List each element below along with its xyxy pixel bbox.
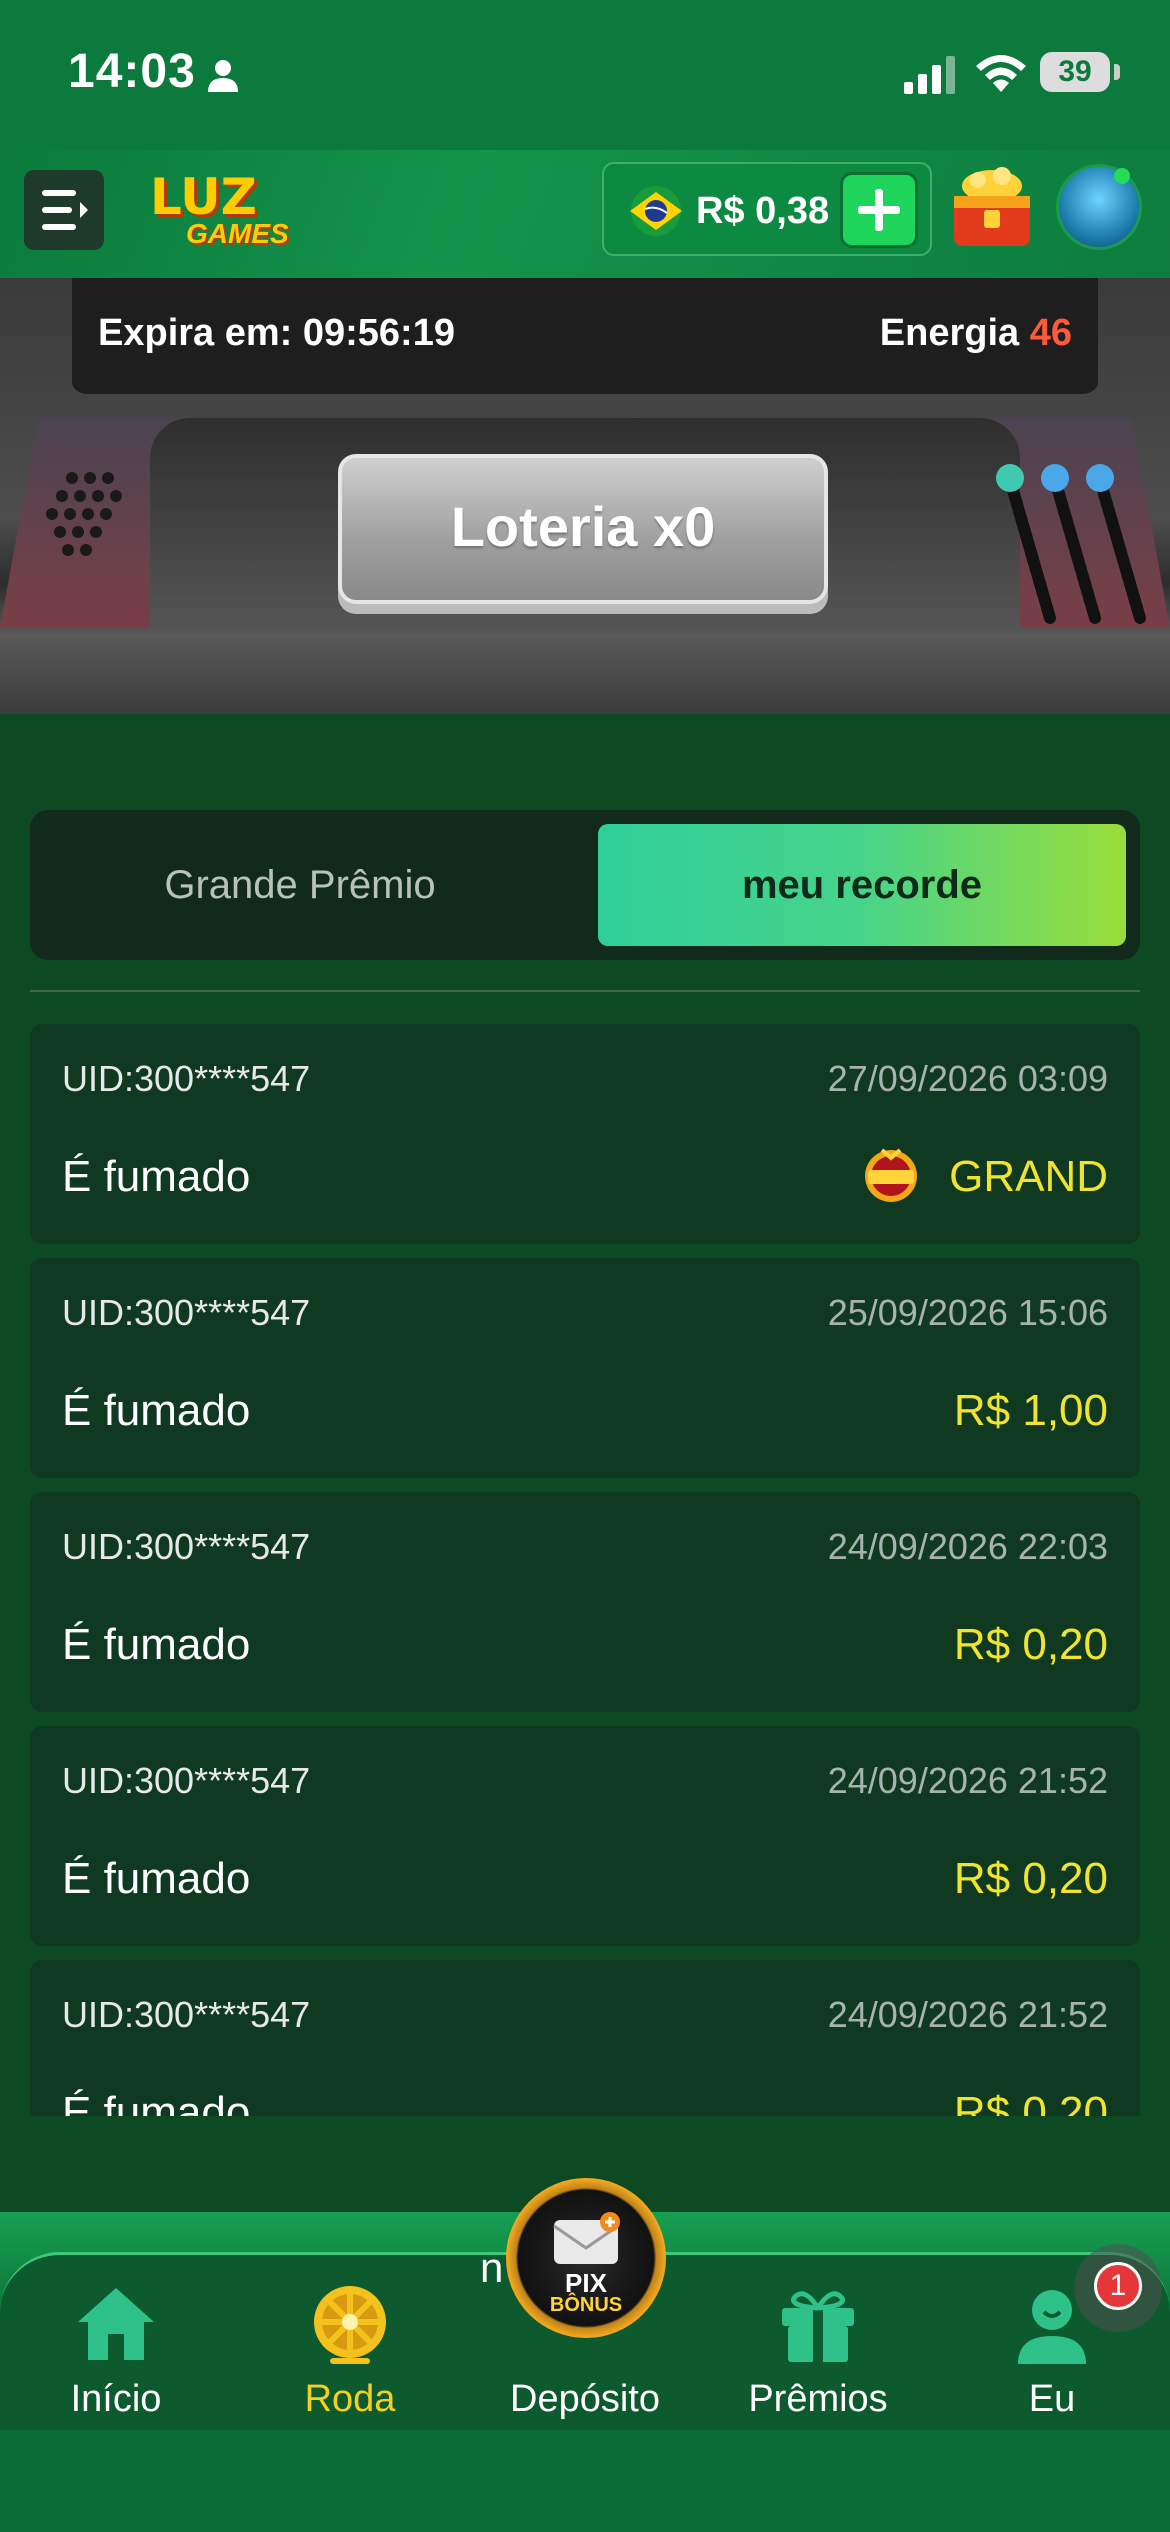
record-date: 24/09/2026 22:03 [827, 1526, 1108, 1567]
pix-bonus-deposit-button[interactable]: PIX BÔNUS [506, 2178, 666, 2338]
record-date: 24/09/2026 21:52 [827, 1994, 1108, 2035]
energy-label: Energia [879, 312, 1020, 354]
record-uid: UID:300****547 [62, 1994, 311, 2035]
lever-controls-icon [996, 464, 1146, 624]
record-uid: UID:300****547 [62, 1292, 311, 1333]
luz-games-logo[interactable]: LUZ GAMES [150, 162, 350, 262]
pix-bonus-icon [553, 2212, 620, 2264]
balance-amount: R$ 0,38 [696, 190, 830, 232]
record-date: 25/09/2026 15:06 [827, 1292, 1108, 1333]
menu-button[interactable] [24, 170, 104, 250]
speaker-grill-icon [46, 472, 122, 556]
home-indicator-area [0, 2430, 1170, 2532]
loteria-button-label: Loteria x0 [450, 495, 716, 558]
battery-tip [1114, 64, 1120, 80]
app-header: LUZ GAMES R$ 0,38 [0, 150, 1170, 278]
divider [30, 990, 1140, 992]
nav-item-inicio[interactable]: Início [16, 2282, 216, 2422]
record-uid: UID:300****547 [62, 1760, 311, 1801]
nav-label-eu: Eu [1028, 2378, 1076, 2420]
nav-label-roda: Roda [304, 2378, 396, 2420]
nav-label-premios: Prêmios [748, 2378, 888, 2420]
record-label: É fumado [62, 1152, 251, 1201]
record-label: É fumado [62, 1854, 251, 1903]
home-icon [78, 2288, 154, 2360]
nav-item-premios[interactable]: Prêmios [718, 2282, 918, 2422]
record-uid: UID:300****547 [62, 1526, 311, 1567]
record-value: R$ 0,20 [953, 2088, 1108, 2116]
grand-win-icon [865, 1148, 917, 1202]
record-uid: UID:300****547 [62, 1058, 311, 1099]
list-item: UID:300****547 24/09/2026 22:03 É fumado… [30, 1492, 1140, 1712]
record-value: GRAND [949, 1152, 1108, 1201]
record-label: É fumado [62, 1386, 251, 1435]
logo-games-text: GAMES [186, 218, 289, 249]
nav-label-deposito: Depósito [510, 2378, 660, 2420]
bonus-label: BÔNUS [549, 2294, 623, 2316]
record-date: 27/09/2026 03:09 [827, 1058, 1108, 1099]
online-status-dot [1114, 168, 1130, 184]
record-value: R$ 0,20 [953, 1854, 1108, 1903]
energy-value: 46 [1029, 312, 1072, 354]
status-time: 14:03 [68, 45, 196, 98]
list-item: UID:300****547 24/09/2026 21:52 É fumado… [30, 1726, 1140, 1946]
treasure-chest-icon[interactable] [944, 160, 1040, 256]
notification-badge[interactable]: 1 [1094, 2262, 1142, 2310]
nav-item-roda[interactable]: Roda [250, 2282, 450, 2422]
wifi-icon [976, 55, 1026, 92]
lottery-machine: Expira em: 09:56:19 Energia 46 Loteria x… [0, 278, 1170, 714]
record-value: R$ 1,00 [953, 1386, 1108, 1435]
record-label: É fumado [62, 1620, 251, 1669]
record-label: É fumado [62, 2088, 251, 2116]
nav-label-inicio: Início [70, 2378, 162, 2420]
record-value: R$ 0,20 [953, 1620, 1108, 1669]
list-item: UID:300****547 24/09/2026 21:52 É fumado… [30, 1960, 1140, 2116]
deposit-add-button[interactable] [840, 172, 918, 248]
records-list[interactable]: UID:300****547 27/09/2026 03:09 É fumado… [30, 1024, 1140, 2116]
tab-meu-recorde[interactable]: meu recorde [598, 824, 1126, 946]
tab-grande-premio[interactable]: Grande Prêmio [30, 810, 570, 960]
record-date: 24/09/2026 21:52 [827, 1760, 1108, 1801]
list-item: UID:300****547 25/09/2026 15:06 É fumado… [30, 1258, 1140, 1478]
list-item: UID:300****547 27/09/2026 03:09 É fumado… [30, 1024, 1140, 1244]
battery-indicator: 39 [1040, 52, 1110, 92]
gift-icon [782, 2291, 854, 2362]
person-icon [208, 60, 238, 92]
expiry-timer: Expira em: 09:56:19 [98, 312, 455, 354]
status-bar: 14:03 39 [0, 0, 1170, 150]
wheel-icon [314, 2286, 386, 2364]
brazil-flag-icon [630, 186, 682, 236]
pix-label: PIX [565, 2268, 607, 2298]
cellular-signal-icon [904, 56, 955, 94]
menu-icon [42, 190, 88, 230]
timer-energy-bar: Expira em: 09:56:19 Energia 46 [72, 278, 1098, 398]
plus-icon [858, 189, 900, 231]
balance-box: R$ 0,38 [602, 162, 932, 256]
tab-switcher: Grande Prêmio meu recorde [30, 810, 1140, 960]
loteria-button[interactable]: Loteria x0 [338, 454, 828, 604]
energy-display: Energia 46 [880, 312, 1072, 355]
